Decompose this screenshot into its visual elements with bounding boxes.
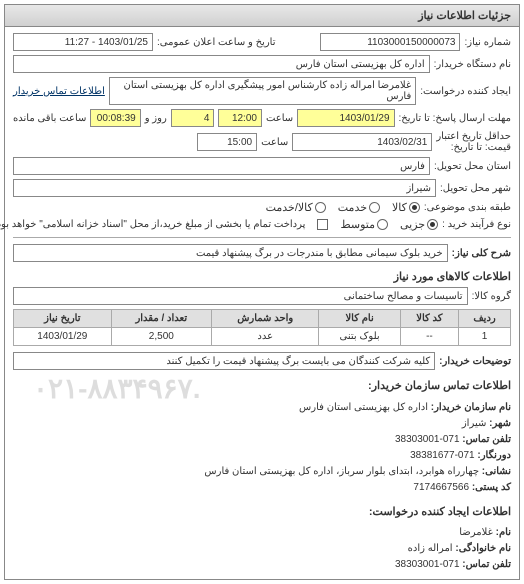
province-field: فارس: [13, 157, 430, 175]
validity-time-field: 15:00: [197, 133, 257, 151]
radio-icon: [377, 219, 388, 230]
announce-field: 1403/01/25 - 11:27: [13, 33, 153, 51]
cell-qty: 2,500: [111, 328, 211, 346]
pt-medium-radio[interactable]: متوسط: [340, 218, 388, 231]
buyer-contact-button[interactable]: اطلاعات تماس خریدار: [13, 86, 105, 97]
c-phone-label: تلفن تماس:: [462, 434, 511, 445]
req-number-label: شماره نیاز:: [464, 37, 511, 48]
main-title-field: خرید بلوک سیمانی مطابق با مندرجات در برگ…: [13, 244, 448, 262]
radio-icon: [369, 202, 380, 213]
panel-body: شماره نیاز: 1103000150000073 تاریخ و ساع…: [5, 27, 519, 579]
cell-name: بلوک بتنی: [319, 328, 400, 346]
category-label: طبقه بندی موضوعی:: [424, 202, 511, 213]
validity-time-label: ساعت: [261, 137, 288, 148]
contact-section-title: اطلاعات تماس سازمان خریدار:: [13, 378, 511, 396]
c-city-label: شهر:: [489, 418, 511, 429]
table-header-row: ردیف کد کالا نام کالا واحد شمارش تعداد /…: [14, 310, 511, 328]
c-post: 7174667566: [413, 482, 469, 493]
treasury-checkbox[interactable]: [317, 219, 328, 230]
buyer-org-field: اداره کل بهزیستی استان فارس: [13, 55, 430, 73]
c-org-label: نام سازمان خریدار:: [431, 402, 511, 413]
table-row: 1 -- بلوک بتنی عدد 2,500 1403/01/29: [14, 328, 511, 346]
announce-label: تاریخ و ساعت اعلان عمومی:: [157, 37, 276, 48]
goods-group-label: گروه کالا:: [472, 291, 511, 302]
contact-block: اطلاعات تماس سازمان خریدار: نام سازمان خ…: [13, 378, 511, 573]
radio-checked-icon: [409, 202, 420, 213]
c-post-label: کد پستی:: [472, 482, 511, 493]
panel-title: جزئیات اطلاعات نیاز: [5, 5, 519, 27]
purchase-type-label: نوع فرآیند خرید :: [442, 219, 511, 230]
cell-unit: عدد: [211, 328, 319, 346]
c-phone: 071-38303001: [395, 434, 460, 445]
deadline-time-field: 12:00: [218, 109, 262, 127]
buyer-notes-label: توضیحات خریدار:: [439, 356, 511, 367]
goods-table: ردیف کد کالا نام کالا واحد شمارش تعداد /…: [13, 309, 511, 346]
validity-label: حداقل تاریخ اعتبارقیمت: تا تاریخ:: [436, 131, 511, 153]
requester-label: ایجاد کننده درخواست:: [420, 86, 511, 97]
rc-phone-label: تلفن تماس:: [462, 559, 511, 570]
cell-date: 1403/01/29: [14, 328, 112, 346]
deadline-days-label: روز و: [145, 113, 167, 124]
city-field: شیراز: [13, 179, 436, 197]
deadline-days-field: 4: [171, 109, 215, 127]
province-label: استان محل تحویل:: [434, 161, 511, 172]
th-name: نام کالا: [319, 310, 400, 328]
th-qty: تعداد / مقدار: [111, 310, 211, 328]
rc-family: امراله زاده: [408, 543, 453, 554]
pt-note: پرداخت تمام یا بخشی از مبلغ خرید،از محل …: [0, 219, 305, 230]
cell-code: --: [400, 328, 458, 346]
rc-family-label: نام خانوادگی:: [455, 543, 511, 554]
deadline-time-label: ساعت: [266, 113, 293, 124]
c-city: شیراز: [462, 418, 487, 429]
c-fax: 071-38381677: [410, 450, 475, 461]
validity-date-field: 1403/02/31: [292, 133, 432, 151]
c-org: اداره کل بهزیستی استان فارس: [299, 402, 428, 413]
details-panel: جزئیات اطلاعات نیاز شماره نیاز: 11030001…: [4, 4, 520, 580]
buyer-notes-field: کلیه شرکت کنندگان می بایست برگ پیشنهاد ق…: [13, 352, 435, 370]
deadline-remain-label: ساعت باقی مانده: [13, 113, 86, 124]
category-radio-group: کالا خدمت کالا/خدمت: [266, 201, 420, 214]
deadline-reply-label: مهلت ارسال پاسخ: تا تاریخ:: [399, 113, 511, 124]
city-label: شهر محل تحویل:: [440, 183, 511, 194]
pt-minor-radio[interactable]: جزیی: [400, 218, 438, 231]
purchase-type-radio-group: جزیی متوسط پرداخت تمام یا بخشی از مبلغ خ…: [0, 218, 438, 231]
deadline-remain-field: 00:08:39: [90, 109, 140, 127]
c-fax-label: دورنگار:: [477, 450, 511, 461]
req-creator-section-title: اطلاعات ایجاد کننده درخواست:: [13, 504, 511, 522]
deadline-date-field: 1403/01/29: [297, 109, 394, 127]
radio-checked-icon: [427, 219, 438, 230]
main-title-label: شرح کلی نیاز:: [452, 248, 511, 259]
requester-field: غلامرضا امراله زاده کارشناس امور پیشگیری…: [109, 77, 416, 105]
th-unit: واحد شمارش: [211, 310, 319, 328]
buyer-org-label: نام دستگاه خریدار:: [434, 59, 511, 70]
c-addr-label: نشانی:: [482, 466, 511, 477]
rc-name: غلامرضا: [459, 527, 493, 538]
cell-row: 1: [459, 328, 511, 346]
category-goods-service-radio[interactable]: کالا/خدمت: [266, 201, 326, 214]
th-date: تاریخ نیاز: [14, 310, 112, 328]
rc-phone: 071-38303001: [395, 559, 460, 570]
th-row: ردیف: [459, 310, 511, 328]
goods-group-field: تاسیسات و مصالح ساختمانی: [13, 287, 468, 305]
req-number-field: 1103000150000073: [320, 33, 460, 51]
goods-section-title: اطلاعات کالاهای مورد نیاز: [13, 270, 511, 283]
category-goods-radio[interactable]: کالا: [392, 201, 420, 214]
radio-icon: [315, 202, 326, 213]
category-service-radio[interactable]: خدمت: [338, 201, 380, 214]
c-addr: چهارراه هوابرد، ابتدای بلوار سرباز، ادار…: [204, 466, 479, 477]
rc-name-label: نام:: [496, 527, 511, 538]
th-code: کد کالا: [400, 310, 458, 328]
